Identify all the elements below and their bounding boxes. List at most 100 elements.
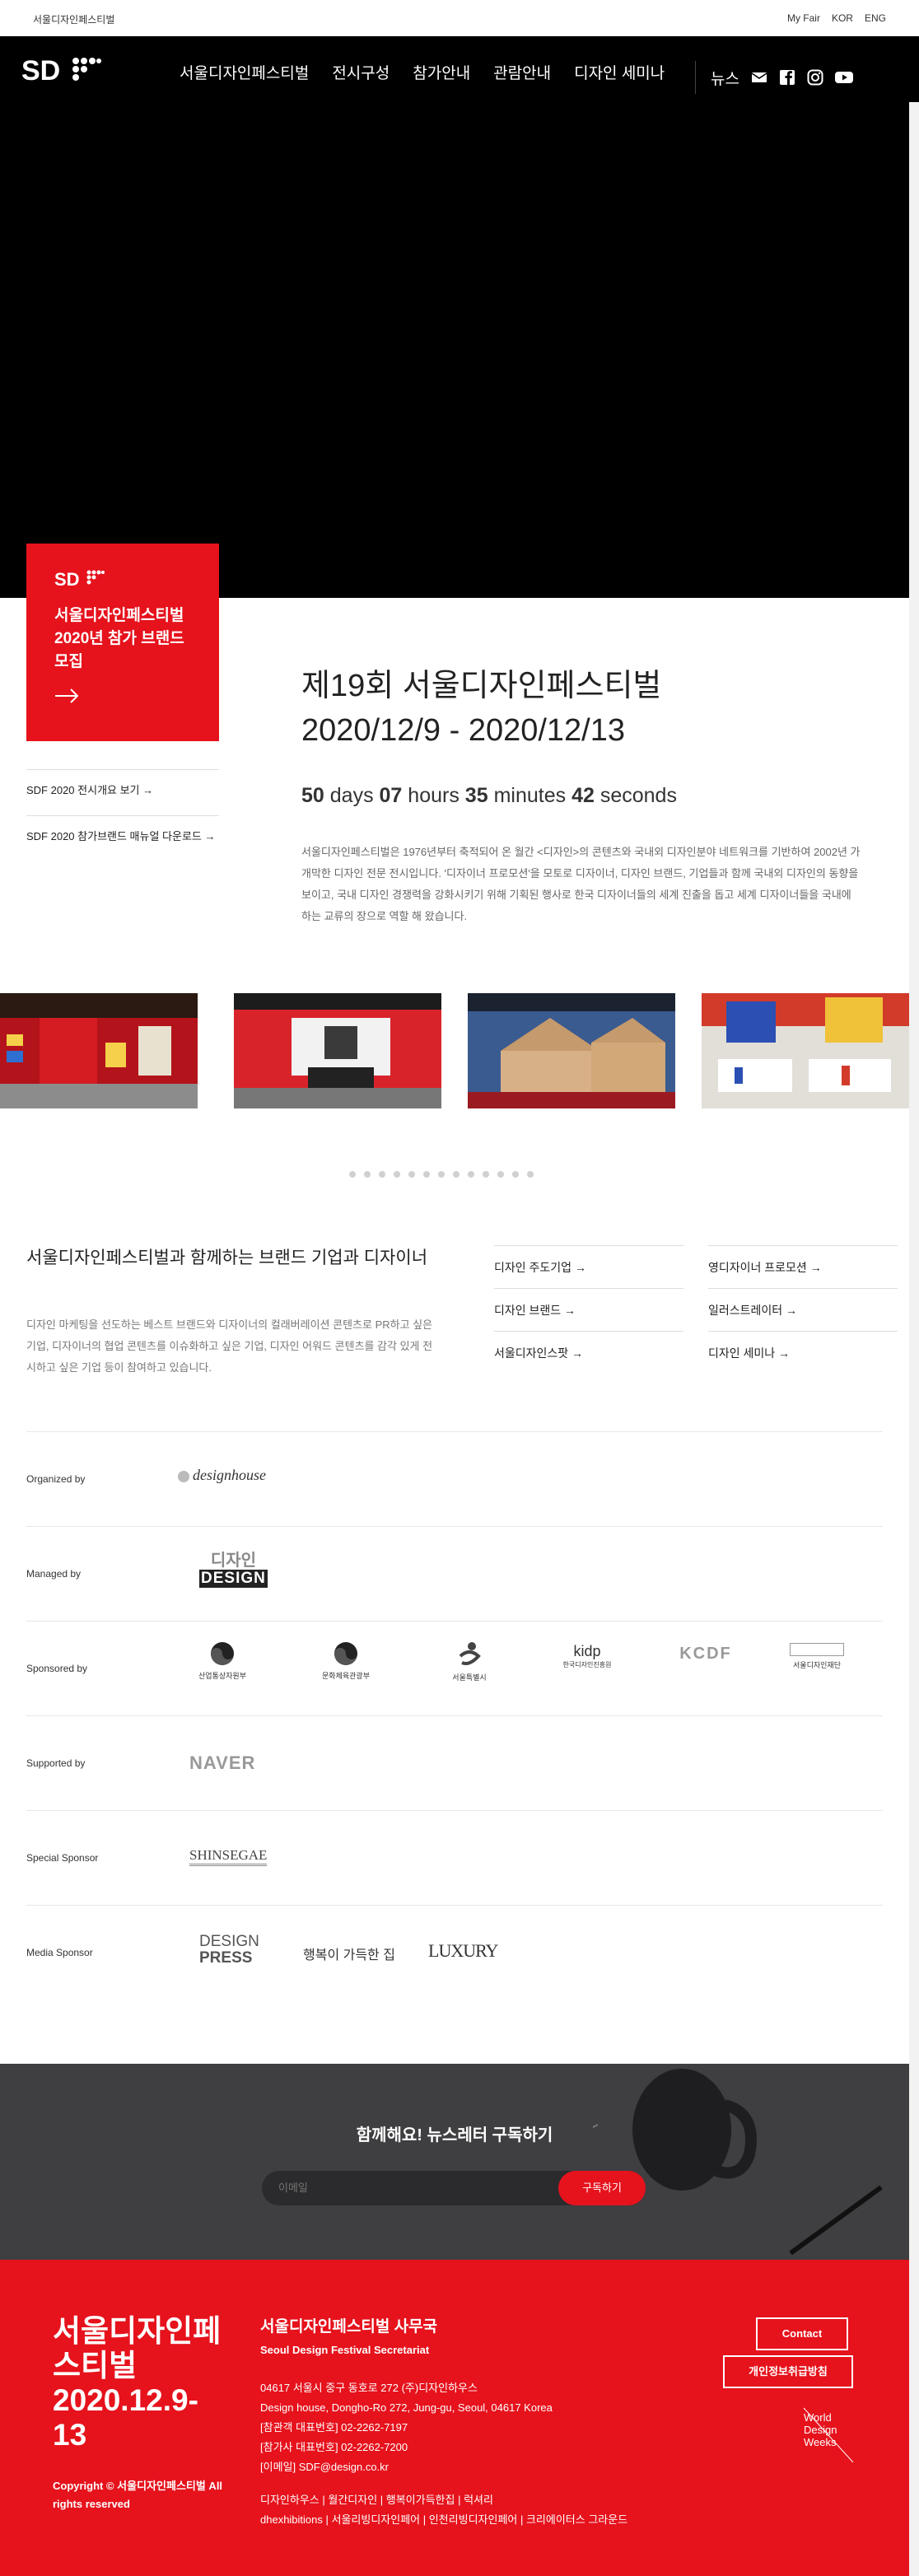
carousel-dot[interactable]: [527, 1171, 534, 1178]
family-links-line[interactable]: 디자인하우스 | 월간디자인 | 행복이가득한집 | 럭셔리: [260, 2490, 627, 2510]
carousel-dot[interactable]: [394, 1171, 400, 1178]
countdown-days-label: days: [329, 784, 374, 807]
overview-link[interactable]: SDF 2020 전시개요 보기 →: [26, 769, 219, 797]
carousel-dot[interactable]: [438, 1171, 445, 1178]
svg-text:SD: SD: [21, 55, 60, 86]
seoul-city-logo[interactable]: 서울특별시: [445, 1640, 494, 1682]
brand-link-design-spot[interactable]: 서울디자인스팟 →: [494, 1331, 683, 1373]
luxury-logo[interactable]: LUXURY: [428, 1940, 498, 1962]
sdf-mini-logo: SD: [54, 569, 105, 588]
menu-item-participation[interactable]: 참가안내: [413, 61, 470, 83]
eng-link[interactable]: ENG: [865, 12, 886, 24]
subscribe-button[interactable]: 구독하기: [558, 2171, 646, 2205]
address-line: Design house, Dongho-Ro 272, Jung-gu, Se…: [260, 2401, 553, 2414]
brand-link-young-designer[interactable]: 영디자이너 프로모션 →: [708, 1245, 898, 1287]
carousel-dot[interactable]: [483, 1171, 489, 1178]
top-brand-link[interactable]: 서울디자인페스티벌: [33, 12, 114, 26]
sponsor-row-managed: Managed by 디자인 DESIGN: [26, 1526, 883, 1622]
design-magazine-logo[interactable]: 디자인 DESIGN: [199, 1552, 268, 1588]
recruitment-card[interactable]: SD 서울디자인페스티벌 2020년 참가 브랜드 모집: [26, 544, 219, 741]
sponsor-label: Media Sponsor: [26, 1947, 93, 1958]
youtube-icon[interactable]: [834, 69, 853, 86]
motie-logo[interactable]: 산업통상자원부: [198, 1641, 247, 1681]
kcdf-logo[interactable]: KCDF: [677, 1645, 735, 1664]
arrow-right-icon: →: [775, 1346, 791, 1360]
main-menu: 서울디자인페스티벌 전시구성 참가안내 관람안내 디자인 세미나: [180, 61, 688, 83]
carousel-dot[interactable]: [512, 1171, 519, 1178]
event-title: 제19회 서울디자인페스티벌 2020/12/9 - 2020/12/13: [301, 664, 661, 753]
gallery-image[interactable]: [468, 993, 675, 1108]
world-design-weeks-logo[interactable]: World Design Weeks: [795, 2406, 861, 2464]
facebook-icon[interactable]: [779, 69, 795, 86]
carousel-dot[interactable]: [364, 1171, 371, 1178]
hero-video[interactable]: [0, 102, 909, 598]
brand-link-design-leading[interactable]: 디자인 주도기업 →: [494, 1245, 683, 1287]
brand-link-seminar[interactable]: 디자인 세미나 →: [708, 1331, 898, 1373]
kidp-logo[interactable]: kidp 한국디자인진흥원: [558, 1643, 616, 1669]
carousel-dot[interactable]: [497, 1171, 504, 1178]
exhibitor-phone: [참가사 대표번호] 02-2262-7200: [260, 2441, 408, 2453]
brand-link-design-brand[interactable]: 디자인 브랜드 →: [494, 1288, 683, 1330]
mail-icon[interactable]: [751, 69, 767, 86]
taegeuk-icon: [211, 1642, 234, 1665]
menu-item-exhibition[interactable]: 전시구성: [332, 61, 390, 83]
arrow-right-icon: →: [561, 1304, 576, 1317]
brands-title: 서울디자인페스티벌과 함께하는 브랜드 기업과 디자이너: [26, 1248, 428, 1267]
menu-item-festival[interactable]: 서울디자인페스티벌: [180, 61, 309, 83]
scrollbar[interactable]: [909, 102, 919, 2576]
happy-home-logo[interactable]: 행복이 가득한 집: [303, 1944, 395, 1963]
designhouse-logo[interactable]: designhouse: [178, 1467, 266, 1484]
newsletter-section: 함께해요! 뉴스레터 구독하기 구독하기: [0, 2064, 909, 2260]
footer-festival-title: 서울디자인페 스티벌 2020.12.9- 13: [53, 2314, 234, 2452]
gallery-image[interactable]: [702, 993, 909, 1108]
brand-link-illustrator[interactable]: 일러스트레이터 →: [708, 1288, 898, 1330]
manual-download-link[interactable]: SDF 2020 참가브랜드 매뉴얼 다운로드 →: [26, 815, 219, 843]
sponsor-label: Special Sponsor: [26, 1852, 99, 1864]
footer-title-line: 서울디자인페: [53, 2314, 222, 2348]
kidp-label: 한국디자인진흥원: [562, 1661, 612, 1668]
carousel-dot[interactable]: [349, 1171, 356, 1178]
designhouse-dot-icon: [178, 1470, 189, 1482]
office-title: 서울디자인페스티벌 사무국: [260, 2318, 438, 2336]
countdown-timer: 50 days 07 hours 35 minutes 42 seconds: [301, 784, 677, 808]
gallery-image[interactable]: [0, 993, 198, 1108]
kor-link[interactable]: KOR: [832, 12, 853, 24]
shinsegae-logo[interactable]: SHINSEGAE: [189, 1847, 268, 1866]
menu-item-visitor-info[interactable]: 관람안내: [493, 61, 551, 83]
sdf-foundation-logo[interactable]: 서울디자인재단: [784, 1643, 850, 1670]
contact-email[interactable]: [이메일] SDF@design.co.kr: [260, 2457, 553, 2477]
mcst-label: 문화체육관광부: [322, 1672, 370, 1680]
contact-button[interactable]: Contact: [756, 2317, 848, 2350]
carousel-dot[interactable]: [423, 1171, 430, 1178]
mcst-logo[interactable]: 문화체육관광부: [321, 1641, 371, 1681]
carousel-dot[interactable]: [468, 1171, 474, 1178]
carousel-dot[interactable]: [379, 1171, 385, 1178]
carousel-dot[interactable]: [408, 1171, 415, 1178]
sponsor-row-organized: Organized by designhouse: [26, 1431, 883, 1527]
email-input[interactable]: [277, 2181, 527, 2195]
family-links-line[interactable]: dhexhibitions | 서울리빙디자인페어 | 인천리빙디자인페어 | …: [260, 2510, 627, 2530]
brand-link-label: 일러스트레이터: [708, 1304, 783, 1317]
desc-line: 개막한 디자인 전문 전시입니다. '디자이너 프로모션'을 모토로 디자이너,…: [301, 867, 859, 880]
svg-text:SD: SD: [54, 569, 80, 588]
taegeuk-icon: [334, 1642, 357, 1665]
privacy-policy-button[interactable]: 개인정보취급방침: [723, 2355, 853, 2388]
menu-item-seminar[interactable]: 디자인 세미나: [574, 61, 665, 83]
nav-icons: 뉴스: [695, 61, 853, 94]
design-logo-top: 디자인: [210, 1552, 257, 1570]
menu-item-news[interactable]: 뉴스: [711, 67, 739, 89]
carousel-dot[interactable]: [453, 1171, 460, 1178]
naver-logo[interactable]: NAVER: [189, 1752, 255, 1774]
brand-link-label: 서울디자인스팟: [494, 1346, 569, 1360]
event-description: 서울디자인페스티벌은 1976년부터 축적되어 온 월간 <디자인>의 콘텐츠와…: [301, 842, 911, 927]
recruitment-title: 서울디자인페스티벌 2020년 참가 브랜드 모집: [54, 607, 184, 670]
sdf-logo[interactable]: SD: [21, 53, 102, 86]
instagram-icon[interactable]: [807, 69, 823, 86]
design-press-logo[interactable]: DESIGN PRESS: [199, 1934, 259, 1967]
gallery-image[interactable]: [234, 993, 441, 1108]
my-fair-link[interactable]: My Fair: [787, 12, 820, 24]
top-links: My Fair KOR ENG: [787, 12, 886, 24]
overview-link-label: SDF 2020 전시개요 보기: [26, 784, 140, 796]
address-line: 04617 서울시 중구 동호로 272 (주)디자인하우스: [260, 2382, 478, 2394]
footer-title-line: 스티벌: [53, 2349, 138, 2382]
